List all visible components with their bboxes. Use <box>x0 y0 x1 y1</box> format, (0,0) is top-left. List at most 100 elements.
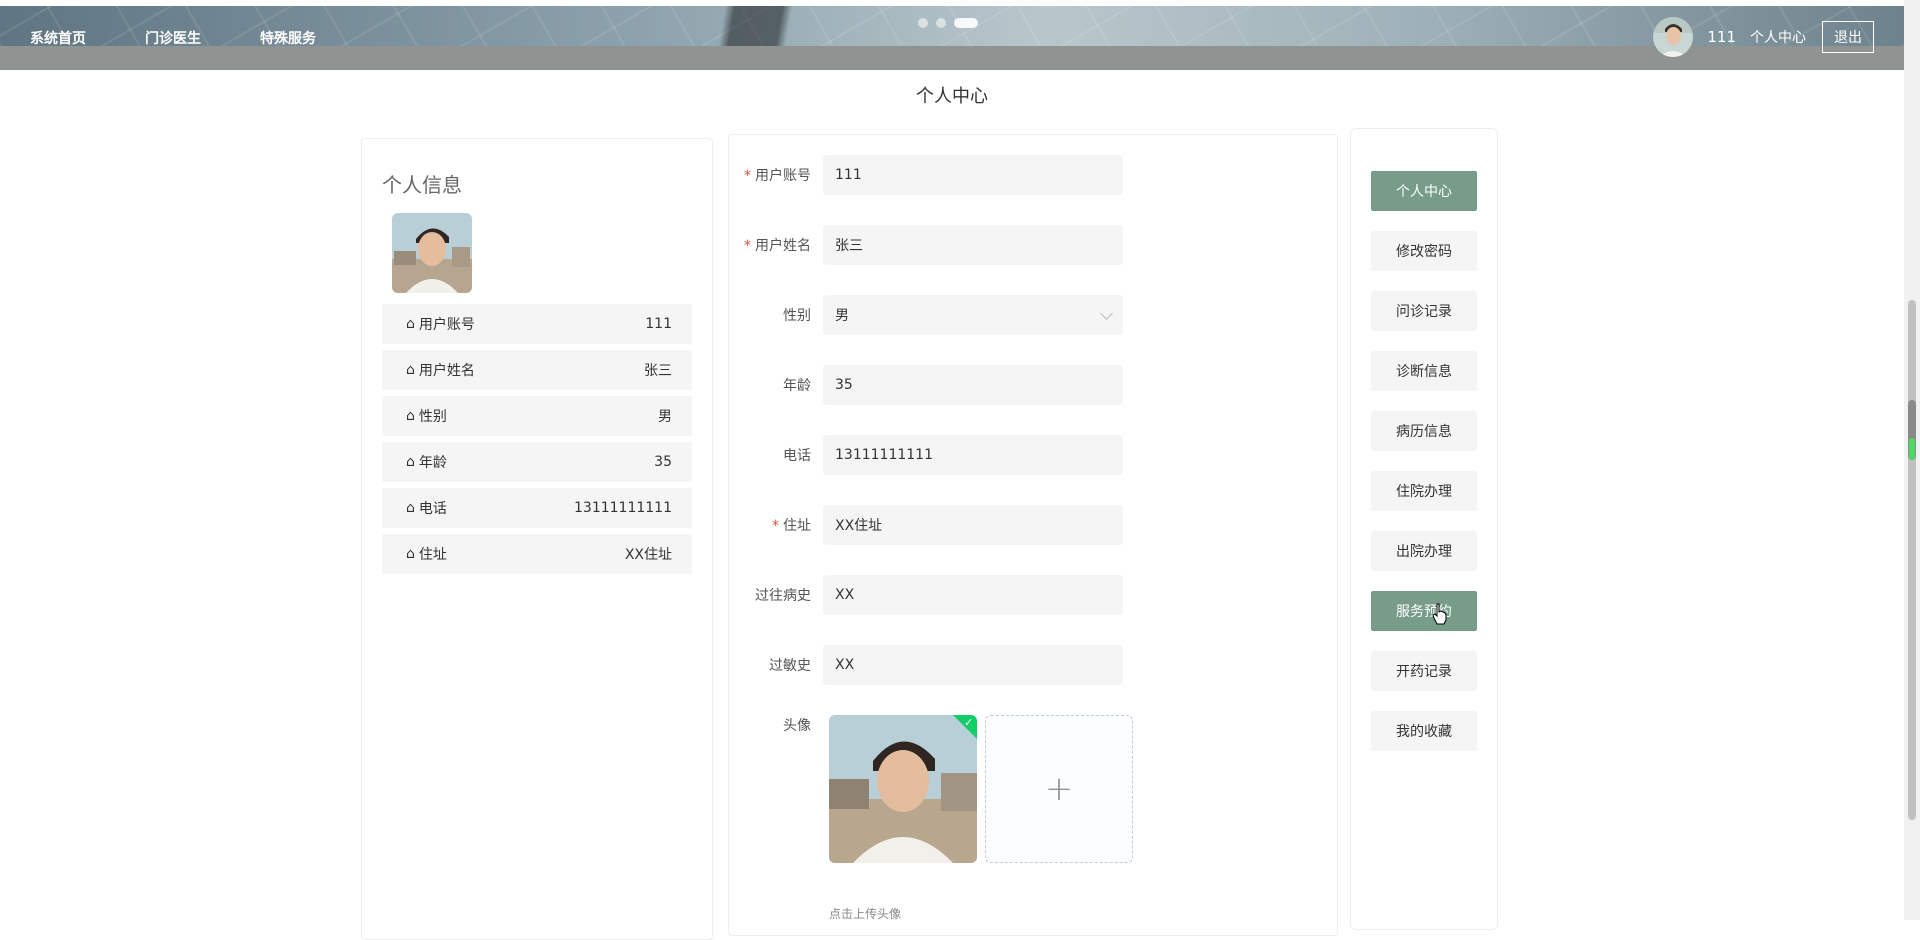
form-label: * 住址 <box>729 515 823 535</box>
age-value: 35 <box>835 377 853 393</box>
form-row-age: 年龄 35 <box>729 365 1337 405</box>
avatar-label: 头像 <box>783 718 811 734</box>
home-icon: ⌂ <box>406 546 415 562</box>
info-value: 35 <box>654 454 672 470</box>
profile-photo <box>392 213 472 293</box>
profile-panel: 个人信息 ⌂用户账号 111 ⌂用户姓名 张三 ⌂性别 男 ⌂年龄 35 <box>361 138 713 940</box>
check-icon: ✓ <box>964 716 974 729</box>
menu-admission[interactable]: 住院办理 <box>1371 471 1477 511</box>
avatar-upload-button[interactable]: + <box>985 715 1133 863</box>
chevron-down-icon <box>1100 306 1113 320</box>
menu-consultation-records[interactable]: 问诊记录 <box>1371 291 1477 331</box>
history-label: 过往病史 <box>755 588 811 604</box>
form-row-phone: 电话 13111111111 <box>729 435 1337 475</box>
form-row-address: * 住址 XX住址 <box>729 505 1337 545</box>
account-label: 用户账号 <box>755 168 811 184</box>
plus-icon: + <box>1044 769 1074 809</box>
phone-input[interactable]: 13111111111 <box>823 435 1123 475</box>
list-item: ⌂ 性别 男 <box>382 396 692 442</box>
menu-medical-records[interactable]: 病历信息 <box>1371 411 1477 451</box>
home-icon: ⌂ <box>406 316 415 332</box>
main-nav: 系统首页 门诊医生 特殊服务 <box>0 28 316 48</box>
upload-success-badge: ✓ <box>953 715 977 739</box>
required-mark: * <box>744 168 751 184</box>
profile-form: * 用户账号 111 * 用户姓名 张三 性别 男 年龄 35 电话 1311111… <box>728 134 1338 936</box>
carousel-indicators <box>918 18 978 28</box>
user-center-link[interactable]: 个人中心 <box>1750 27 1806 47</box>
username[interactable]: 111 <box>1707 28 1736 46</box>
info-value: 张三 <box>644 363 672 379</box>
uploaded-avatar[interactable]: ✓ <box>829 715 977 863</box>
allergy-label: 过敏史 <box>769 658 811 674</box>
nav-strip <box>0 46 1904 70</box>
info-label: 年龄 <box>418 455 447 471</box>
menu-diagnosis-info[interactable]: 诊断信息 <box>1371 351 1477 391</box>
menu-service-booking[interactable]: 服务预约 <box>1371 591 1477 631</box>
address-value: XX住址 <box>835 518 883 534</box>
address-label: 住址 <box>783 518 811 534</box>
phone-label: 电话 <box>783 448 811 464</box>
nav-home[interactable]: 系统首页 <box>30 28 86 48</box>
required-mark: * <box>744 238 751 254</box>
list-item: ⌂ 用户账号 111 <box>382 304 692 350</box>
info-label: 性别 <box>418 409 447 425</box>
carousel-dot[interactable] <box>918 18 928 28</box>
info-value: XX住址 <box>624 547 672 563</box>
history-input[interactable]: XX <box>823 575 1123 615</box>
form-row-gender: 性别 男 <box>729 295 1337 335</box>
user-area: 111 个人中心 退出 <box>1653 17 1904 57</box>
profile-info-list: ⌂ 用户账号 111 ⌂ 用户姓名 张三 ⌂ 性别 男 ⌂ 年龄 35 ⌂ 电话 1311… <box>382 304 692 580</box>
gender-label: 性别 <box>783 308 811 324</box>
menu-favorites[interactable]: 我的收藏 <box>1371 711 1477 751</box>
nav-outpatient-doctor[interactable]: 门诊医生 <box>145 28 201 48</box>
side-menu: 个人中心 修改密码 问诊记录 诊断信息 病历信息 住院办理 出院办理 服务预约 … <box>1350 128 1498 930</box>
allergy-input[interactable]: XX <box>823 645 1123 685</box>
list-item: ⌂ 住址 XX住址 <box>382 534 692 580</box>
account-input[interactable]: 111 <box>823 155 1123 195</box>
scrollbar-thumb[interactable] <box>1908 300 1916 820</box>
hand-cursor-icon <box>1432 603 1447 625</box>
home-icon: ⌂ <box>406 362 415 378</box>
side-menu-list: 个人中心 修改密码 问诊记录 诊断信息 病历信息 住院办理 出院办理 服务预约 … <box>1371 171 1477 771</box>
top-edge <box>0 0 1904 6</box>
carousel-dot[interactable] <box>936 18 946 28</box>
gender-value: 男 <box>835 308 849 324</box>
menu-change-password[interactable]: 修改密码 <box>1371 231 1477 271</box>
logout-button[interactable]: 退出 <box>1822 21 1874 53</box>
scroll-indicator-accent <box>1909 438 1915 460</box>
info-value: 13111111111 <box>574 500 672 516</box>
home-icon: ⌂ <box>406 408 415 424</box>
profile-photo-icon <box>392 213 472 293</box>
profile-panel-title: 个人信息 <box>382 173 462 197</box>
name-input[interactable]: 张三 <box>823 225 1123 265</box>
name-label: 用户姓名 <box>755 238 811 254</box>
info-label: 住址 <box>418 547 447 563</box>
info-value: 男 <box>658 409 672 425</box>
upload-tip: 点击上传头像 <box>829 907 902 921</box>
menu-prescription-records[interactable]: 开药记录 <box>1371 651 1477 691</box>
account-value: 111 <box>835 167 862 183</box>
form-label: * 用户姓名 <box>729 235 823 255</box>
gender-select[interactable]: 男 <box>823 295 1123 335</box>
required-mark: * <box>772 518 779 534</box>
carousel-dot-active[interactable] <box>954 18 978 28</box>
top-header: 系统首页 门诊医生 特殊服务 111 个人中心 退出 <box>0 0 1904 70</box>
menu-user-center[interactable]: 个人中心 <box>1371 171 1477 211</box>
home-icon: ⌂ <box>406 454 415 470</box>
avatar[interactable] <box>1653 17 1694 57</box>
menu-discharge[interactable]: 出院办理 <box>1371 531 1477 571</box>
page-scrollbar[interactable] <box>1904 0 1920 920</box>
form-row-history: 过往病史 XX <box>729 575 1337 615</box>
nav-special-service[interactable]: 特殊服务 <box>260 28 316 48</box>
name-value: 张三 <box>835 238 863 254</box>
address-input[interactable]: XX住址 <box>823 505 1123 545</box>
info-label: 用户姓名 <box>418 363 475 379</box>
info-value: 111 <box>645 316 672 332</box>
form-row-allergy: 过敏史 XX <box>729 645 1337 685</box>
age-input[interactable]: 35 <box>823 365 1123 405</box>
info-label: 电话 <box>418 501 447 517</box>
history-value: XX <box>835 587 855 603</box>
info-label: 用户账号 <box>418 317 475 333</box>
home-icon: ⌂ <box>406 500 415 516</box>
age-label: 年龄 <box>783 378 811 394</box>
